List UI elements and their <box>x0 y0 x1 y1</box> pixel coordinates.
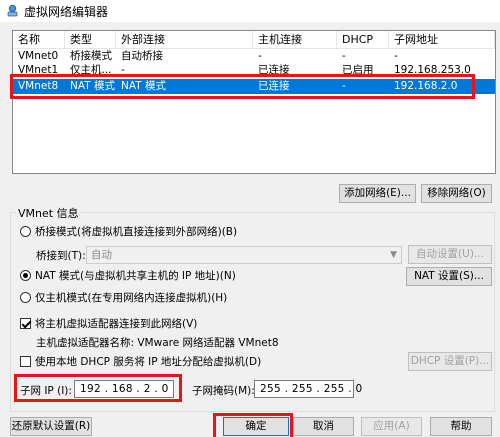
table-row[interactable]: VMnet1 仅主机... - 已连接 已启用 192.168.253.0 <box>13 64 495 74</box>
highlight-ok-button <box>213 413 293 437</box>
connect-adapter-checkbox[interactable] <box>20 318 31 329</box>
window-title: 虚拟网络编辑器 <box>24 5 109 19</box>
column-header-dhcp[interactable]: DHCP <box>337 31 389 49</box>
network-list[interactable]: 名称 类型 外部连接 主机连接 DHCP 子网地址 VMnet0 桥接模式 自动… <box>12 30 496 174</box>
use-dhcp-checkbox[interactable] <box>20 356 31 367</box>
column-header-name[interactable]: 名称 <box>13 31 65 49</box>
adapter-name-text: 主机虚拟适配器名称: VMware 网络适配器 VMnet8 <box>36 337 279 349</box>
vmware-app-icon <box>7 4 18 17</box>
dhcp-settings-button[interactable]: DHCP 设置(P)... <box>408 352 492 371</box>
nat-mode-label[interactable]: NAT 模式(与虚拟机共享主机的 IP 地址)(N) <box>35 268 236 283</box>
use-dhcp-label[interactable]: 使用本地 DHCP 服务将 IP 地址分配给虚拟机(D) <box>35 354 261 369</box>
bridge-mode-radio[interactable] <box>20 226 31 237</box>
bridge-mode-label[interactable]: 桥接模式(将虚拟机直接连接到外部网络)(B) <box>35 224 237 239</box>
apply-button[interactable]: 应用(A) <box>361 417 422 436</box>
highlight-subnet-ip <box>14 374 182 402</box>
cell-external: 自动桥接 <box>121 50 163 62</box>
subnet-mask-label: 子网掩码(M): <box>192 385 255 397</box>
nat-mode-radio[interactable] <box>20 270 31 281</box>
cell-subnet: - <box>394 50 398 62</box>
help-button[interactable]: 帮助 <box>430 417 492 436</box>
bridge-to-select[interactable]: 自动 ▼ <box>86 246 402 264</box>
host-only-label[interactable]: 仅主机模式(在专用网络内连接虚拟机)(H) <box>35 290 227 305</box>
cell-dhcp: 已启用 <box>342 64 374 74</box>
cell-host: - <box>258 50 262 62</box>
column-header-host[interactable]: 主机连接 <box>253 31 337 49</box>
cell-name: VMnet1 <box>18 64 59 74</box>
cell-external: - <box>121 64 125 74</box>
column-header-type[interactable]: 类型 <box>65 31 116 49</box>
cell-name: VMnet0 <box>18 50 59 62</box>
cancel-button[interactable]: 取消 <box>293 417 354 436</box>
column-header-external[interactable]: 外部连接 <box>116 31 253 49</box>
cell-type: 桥接模式 <box>70 50 112 62</box>
bridge-to-label: 桥接到(T): <box>36 250 86 262</box>
cell-dhcp: - <box>342 50 346 62</box>
cell-host: 已连接 <box>258 64 290 74</box>
remove-network-button[interactable]: 移除网络(O) <box>421 184 492 203</box>
restore-defaults-button[interactable]: 还原默认设置(R) <box>10 417 92 436</box>
subnet-mask-input[interactable]: 255 . 255 . 255 . 0 <box>254 380 362 398</box>
host-only-radio[interactable] <box>20 292 31 303</box>
cell-type: 仅主机... <box>70 64 112 74</box>
table-row[interactable]: VMnet0 桥接模式 自动桥接 - - - <box>13 50 495 63</box>
auto-settings-button[interactable]: 自动设置(U)... <box>408 245 492 264</box>
chevron-down-icon: ▼ <box>390 250 397 260</box>
add-network-button[interactable]: 添加网络(E)... <box>339 184 416 203</box>
vmnet-info-label: VMnet 信息 <box>16 205 81 221</box>
title-bar: 虚拟网络编辑器 <box>0 0 500 22</box>
cell-subnet: 192.168.253.0 <box>394 64 471 74</box>
column-header-subnet[interactable]: 子网地址 <box>389 31 495 49</box>
nat-settings-button[interactable]: NAT 设置(S)... <box>406 267 492 286</box>
bridge-to-value: 自动 <box>91 249 112 261</box>
highlight-selected-row <box>10 74 475 99</box>
connect-adapter-label[interactable]: 将主机虚拟适配器连接到此网络(V) <box>35 316 197 331</box>
